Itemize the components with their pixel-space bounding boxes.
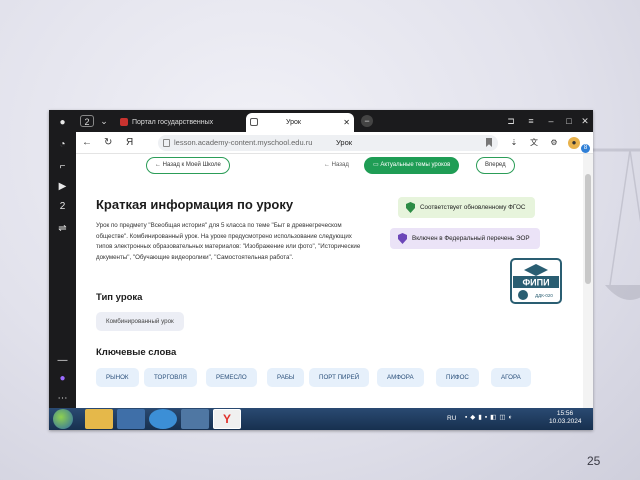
- downloads-icon[interactable]: ⇣: [508, 137, 520, 149]
- close-tab-icon[interactable]: ✕: [343, 113, 350, 132]
- close-window-icon[interactable]: ✕: [580, 115, 590, 127]
- minimize-icon[interactable]: –: [546, 115, 556, 127]
- keyword-tag[interactable]: РАБЫ: [267, 368, 305, 387]
- divider-icon: —: [57, 355, 68, 366]
- media-player-icon[interactable]: [117, 409, 145, 429]
- keywords-heading: Ключевые слова: [96, 347, 177, 358]
- tray-icons[interactable]: ▪◆▮▪◧◫◐: [465, 414, 515, 422]
- keyword-tag[interactable]: РЕМЕСЛО: [206, 368, 257, 387]
- bookmark-add-icon[interactable]: [486, 138, 492, 147]
- tab-count-icon[interactable]: 2: [80, 115, 94, 127]
- bookmark-icon[interactable]: ⌐: [55, 160, 70, 173]
- back-to-menu-button[interactable]: ← Назад к Моей Школе: [146, 157, 230, 174]
- new-tab-icon[interactable]: −: [361, 115, 373, 127]
- keyword-tag[interactable]: АГОРА: [491, 368, 531, 387]
- shield-icon: [398, 233, 407, 244]
- prev-link[interactable]: ← Назад: [324, 157, 349, 174]
- reload-icon[interactable]: ↻: [104, 136, 112, 150]
- screenshot-frame: ● ◔ ⌐ ▶ 2 ⇌ — ● ⋯ 2 ⌄ Портал государстве…: [49, 110, 593, 430]
- keyword-tag[interactable]: ТОРГОВЛЯ: [144, 368, 197, 387]
- url-text: lesson.academy-content.myschool.edu.ru: [174, 138, 313, 147]
- eor-badge: Включен в Федеральный перечень ЭОР: [390, 228, 540, 249]
- page-title-text: Урок: [336, 138, 353, 147]
- svg-text:ФИПИ: ФИПИ: [522, 278, 549, 288]
- notification-badge: 8: [581, 144, 590, 153]
- chevron-down-icon[interactable]: ⌄: [98, 115, 110, 127]
- extension-icon[interactable]: ●: [568, 137, 580, 149]
- lock-icon: [163, 139, 170, 147]
- menu-icon[interactable]: ≡: [526, 115, 536, 127]
- keyword-tag[interactable]: ПОРТ ПИРЕЙ: [309, 368, 370, 387]
- start-button[interactable]: [53, 409, 73, 429]
- fipi-logo: ФИПИ ДДК-020: [510, 258, 562, 304]
- taskbar: Y RU ▪◆▮▪◧◫◐ 15:56 10.03.2024: [49, 408, 593, 430]
- slide-number: 25: [587, 454, 601, 468]
- svg-text:ДДК-020: ДДК-020: [535, 293, 553, 298]
- scrollbar-thumb[interactable]: [585, 174, 591, 284]
- page-icon: [250, 118, 258, 126]
- translate-page-icon[interactable]: 文: [528, 137, 540, 149]
- next-button[interactable]: Вперед: [476, 157, 515, 174]
- language-indicator[interactable]: RU: [447, 415, 456, 423]
- play-icon[interactable]: ▶: [55, 180, 70, 193]
- explorer-icon[interactable]: [85, 409, 113, 429]
- alice-icon[interactable]: ●: [55, 372, 70, 385]
- page-content: ← Назад к Моей Школе ← Назад ▭ Актуальны…: [76, 154, 583, 408]
- favicon-icon: [120, 118, 128, 126]
- yandex-icon[interactable]: Я: [126, 136, 133, 150]
- address-bar[interactable]: lesson.academy-content.myschool.edu.ru У…: [158, 135, 498, 151]
- more-icon[interactable]: ⋯: [55, 392, 70, 405]
- page-title: Краткая информация по уроку: [96, 197, 294, 212]
- yandex-logo-icon: Y: [223, 412, 232, 426]
- maximize-icon[interactable]: □: [564, 115, 574, 127]
- speaker-icon[interactable]: [181, 409, 209, 429]
- lesson-type-heading: Тип урока: [96, 292, 143, 303]
- current-topics-button[interactable]: ▭ Актуальные темы уроков: [364, 157, 460, 174]
- tab-strip: 2 ⌄ Портал государственных Урок ✕ − ⊐ ≡ …: [76, 110, 593, 132]
- lesson-type-tag: Комбинированный урок: [96, 312, 184, 331]
- browser-sidebar: ● ◔ ⌐ ▶ 2 ⇌ — ● ⋯: [49, 110, 76, 408]
- translate-icon[interactable]: ⇌: [55, 222, 70, 235]
- clock[interactable]: 15:56 10.03.2024: [549, 410, 582, 426]
- lesson-summary: Урок по предмету "Всеобщая история" для …: [96, 222, 361, 261]
- address-bar-row: ← ↻ Я lesson.academy-content.myschool.ed…: [76, 132, 593, 154]
- keyword-tag[interactable]: АМФОРА: [377, 368, 424, 387]
- keyword-tag[interactable]: РЫНОК: [96, 368, 139, 387]
- tab-counter-icon[interactable]: 2: [55, 200, 70, 213]
- settings-icon[interactable]: ⚙: [548, 137, 560, 149]
- user-icon[interactable]: ●: [55, 116, 70, 129]
- shield-icon: [406, 202, 415, 213]
- keyword-tag[interactable]: ПИФОС: [436, 368, 479, 387]
- yandex-browser-icon[interactable]: Y: [213, 409, 241, 429]
- tabs-menu-icon[interactable]: ⊐: [506, 115, 516, 127]
- history-icon[interactable]: ◔: [55, 138, 70, 151]
- scrollbar[interactable]: [583, 154, 593, 408]
- tab-lesson[interactable]: Урок ✕: [246, 113, 354, 132]
- ie-icon[interactable]: [149, 409, 177, 429]
- back-icon[interactable]: ←: [82, 136, 92, 150]
- tab-portal[interactable]: Портал государственных: [116, 113, 244, 132]
- fgos-badge: Соответствует обновленному ФГОС: [398, 197, 536, 218]
